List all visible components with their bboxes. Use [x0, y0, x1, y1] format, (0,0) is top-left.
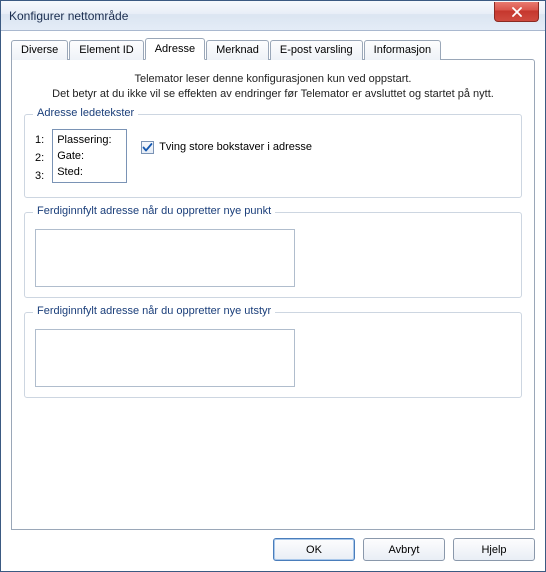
window-title: Konfigurer nettområde — [9, 9, 128, 23]
dialog-window: Konfigurer nettområde Diverse Element ID… — [0, 0, 546, 572]
info-line1: Telemator leser denne konfigurasjonen ku… — [134, 73, 411, 85]
label-value-1: Plassering: — [57, 132, 122, 148]
button-row: OK Avbryt Hjelp — [11, 530, 535, 561]
tab-informasjon[interactable]: Informasjon — [364, 40, 441, 60]
cancel-button[interactable]: Avbryt — [363, 538, 445, 561]
label-num-3: 3: — [35, 167, 44, 185]
labels-input[interactable]: Plassering: Gate: Sted: — [52, 129, 127, 183]
info-text: Telemator leser denne konfigurasjonen ku… — [24, 72, 522, 102]
close-icon — [511, 7, 523, 17]
group-prefill-utstyr: Ferdiginnfylt adresse når du oppretter n… — [24, 312, 522, 398]
label-value-2: Gate: — [57, 148, 122, 164]
label-numbers: 1: 2: 3: — [35, 129, 44, 187]
group-legend-labels: Adresse ledetekster — [33, 107, 138, 119]
group-prefill-punkt: Ferdiginnfylt adresse når du oppretter n… — [24, 212, 522, 298]
ok-button[interactable]: OK — [273, 538, 355, 561]
info-line2: Det betyr at du ikke vil se effekten av … — [52, 88, 494, 100]
group-legend-utstyr: Ferdiginnfylt adresse når du oppretter n… — [33, 305, 275, 317]
label-num-1: 1: — [35, 131, 44, 149]
checkbox-uppercase[interactable] — [141, 141, 154, 154]
tab-diverse[interactable]: Diverse — [11, 40, 68, 60]
checkbox-row: Tving store bokstaver i adresse — [141, 129, 312, 154]
tab-epost-varsling[interactable]: E-post varsling — [270, 40, 363, 60]
close-button[interactable] — [494, 2, 539, 22]
label-value-3: Sted: — [57, 164, 122, 180]
spacer — [24, 412, 522, 517]
textarea-utstyr[interactable] — [35, 329, 295, 387]
check-icon — [142, 142, 153, 153]
tab-merknad[interactable]: Merknad — [206, 40, 269, 60]
tabstrip: Diverse Element ID Adresse Merknad E-pos… — [11, 40, 535, 60]
labels-row: 1: 2: 3: Plassering: Gate: Sted: — [35, 129, 511, 187]
tabpanel-adresse: Telemator leser denne konfigurasjonen ku… — [11, 59, 535, 530]
tab-element-id[interactable]: Element ID — [69, 40, 143, 60]
client-area: Diverse Element ID Adresse Merknad E-pos… — [1, 31, 545, 571]
label-num-2: 2: — [35, 149, 44, 167]
titlebar[interactable]: Konfigurer nettområde — [1, 1, 545, 31]
group-legend-punkt: Ferdiginnfylt adresse når du oppretter n… — [33, 205, 275, 217]
textarea-punkt[interactable] — [35, 229, 295, 287]
group-adresse-ledetekster: Adresse ledetekster 1: 2: 3: Plassering:… — [24, 114, 522, 198]
tab-adresse[interactable]: Adresse — [145, 38, 205, 60]
help-button[interactable]: Hjelp — [453, 538, 535, 561]
checkbox-label: Tving store bokstaver i adresse — [159, 141, 312, 153]
